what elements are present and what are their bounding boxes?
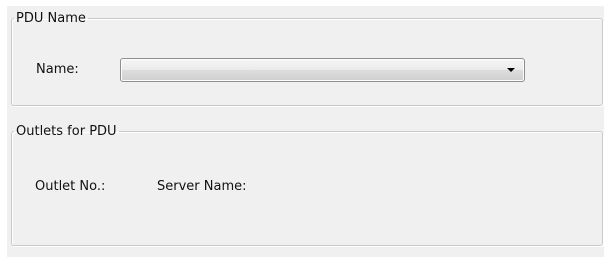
pdu-name-group: PDU Name Name: <box>11 11 603 106</box>
pdu-config-panel: PDU Name Name: Outlets for PDU Outlet No… <box>7 6 604 257</box>
pdu-name-dropdown[interactable] <box>120 58 525 82</box>
chevron-down-icon[interactable] <box>507 68 515 72</box>
server-name-label: Server Name: <box>157 179 247 194</box>
name-label: Name: <box>36 62 79 77</box>
outlets-group: Outlets for PDU Outlet No.: Server Name: <box>11 124 603 246</box>
pdu-name-group-title: PDU Name <box>16 11 86 26</box>
outlet-no-label: Outlet No.: <box>35 179 106 194</box>
outlets-group-title: Outlets for PDU <box>16 124 117 139</box>
